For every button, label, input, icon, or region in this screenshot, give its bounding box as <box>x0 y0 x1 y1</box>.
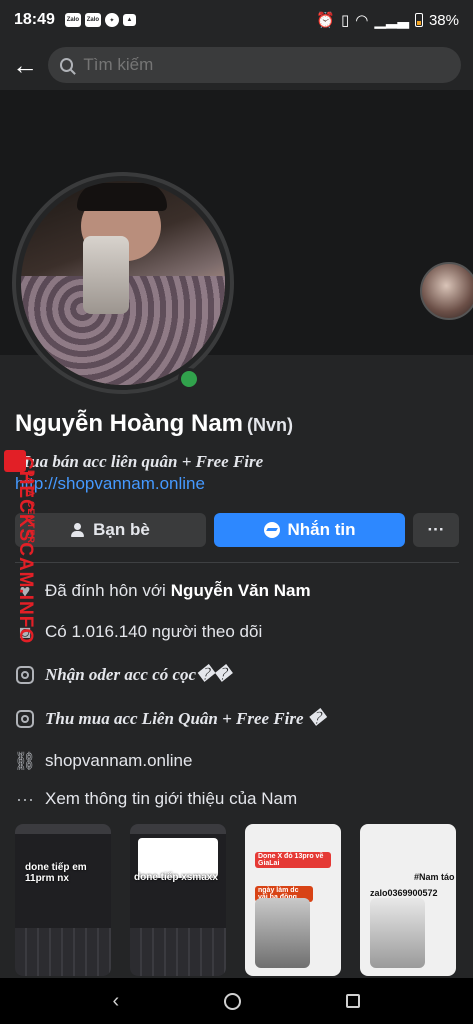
search-row: ← <box>0 44 473 86</box>
message-button[interactable]: Nhắn tin <box>214 513 405 547</box>
featured-photos: done tiếp em 11prm nx done tiếp xsmaxx D… <box>15 824 473 976</box>
more-icon: ··· <box>427 520 445 539</box>
rss-icon: ◙ <box>19 621 31 642</box>
cover-inset-photo[interactable] <box>420 262 473 320</box>
profile-bio: Mua bán acc liên quân + Free Fire <box>15 452 264 471</box>
featured-photo[interactable]: done tiếp xsmaxx <box>130 824 226 976</box>
photo-caption: Done X đỏ 13pro về GiaLai <box>255 852 331 868</box>
featured-photo[interactable]: Done X đỏ 13pro về GiaLai ngày làm dc và… <box>245 824 341 976</box>
photo-caption: done tiếp xsmaxx <box>134 872 218 883</box>
profile-bio-link[interactable]: http://shopvannam.online <box>15 474 205 494</box>
message-button-label: Nhắn tin <box>287 520 356 539</box>
zalo-icon: Zalo <box>84 13 101 27</box>
search-bar[interactable] <box>48 47 461 83</box>
instagram-text-1[interactable]: Nhận oder acc có cọc�� <box>45 665 231 685</box>
vibrate-icon: ▯ <box>341 12 350 29</box>
messenger-icon: ✦ <box>104 13 119 27</box>
status-bar: 18:49 Zalo Zalo ✦ ▲ ⏰ ▯ ◠ ▁▂▃ 38% <box>0 0 473 40</box>
info-relationship: ♥ Đã đính hôn với Nguyễn Văn Nam <box>15 581 311 601</box>
alarm-icon: ⏰ <box>316 12 335 29</box>
instagram-icon <box>16 710 34 728</box>
featured-photo[interactable]: #Nam táo zalo0369900572 <box>360 824 456 976</box>
nav-home-icon[interactable] <box>224 992 242 1010</box>
messenger-icon <box>263 522 280 538</box>
profile-actions: Bạn bè Nhắn tin ··· <box>15 513 459 547</box>
relationship-partner[interactable]: Nguyễn Văn Nam <box>171 581 311 601</box>
notification-icons: Zalo Zalo ✦ ▲ <box>64 13 136 27</box>
about-text[interactable]: Xem thông tin giới thiệu của Nam <box>45 789 297 809</box>
instagram-icon <box>16 666 34 684</box>
photo-caption: #Nam táo <box>414 872 455 882</box>
profile-avatar[interactable] <box>21 181 225 385</box>
instagram-text-2[interactable]: Thu mua acc Liên Quân + Free Fire � <box>45 709 325 729</box>
search-input[interactable] <box>83 55 449 75</box>
status-right: ⏰ ▯ ◠ ▁▂▃ 38% <box>316 11 459 30</box>
photo-caption: done tiếp em 11prm nx <box>25 862 87 884</box>
nav-recents-icon[interactable] <box>346 994 361 1008</box>
profile-name-text: Nguyễn Hoàng Nam <box>15 410 244 437</box>
battery-percent: 38% <box>428 11 459 29</box>
photo-caption-secondary: zalo0369900572 <box>370 888 438 898</box>
system-nav-bar: ‹ <box>0 978 473 1024</box>
profile-name: Nguyễn Hoàng Nam (Nvn) <box>15 410 293 438</box>
relationship-prefix: Đã đính hôn với <box>45 581 166 600</box>
friends-button-label: Bạn bè <box>93 520 150 539</box>
zalo-icon: Zalo <box>64 13 81 27</box>
divider <box>15 562 459 563</box>
back-arrow-icon[interactable]: ← <box>12 52 42 78</box>
wifi-icon: ◠ <box>355 12 369 29</box>
info-about[interactable]: ··· Xem thông tin giới thiệu của Nam <box>15 789 297 809</box>
image-icon: ▲ <box>122 14 136 26</box>
info-instagram-1: Nhận oder acc có cọc�� <box>15 665 231 685</box>
more-button[interactable]: ··· <box>413 513 459 547</box>
featured-photo[interactable]: done tiếp em 11prm nx <box>15 824 111 976</box>
info-followers: ◙ Có 1.016.140 người theo dõi <box>15 621 263 642</box>
search-icon <box>60 58 74 72</box>
battery-icon <box>414 13 423 27</box>
nav-back-icon[interactable]: ‹ <box>113 990 120 1013</box>
signal-icon: ▁▂▃ <box>374 12 409 29</box>
friends-button[interactable]: Bạn bè <box>15 513 206 547</box>
profile-nickname: (Nvn) <box>247 415 294 435</box>
online-status-dot <box>178 368 200 390</box>
website-text[interactable]: shopvannam.online <box>45 751 192 771</box>
status-time: 18:49 <box>14 11 55 28</box>
followers-text: Có 1.016.140 người theo dõi <box>45 622 263 641</box>
person-check-icon <box>71 523 85 537</box>
ellipsis-icon: ··· <box>16 788 34 809</box>
link-icon: ⛓ <box>13 750 37 771</box>
heart-icon: ♥ <box>19 580 31 601</box>
info-website: ⛓ shopvannam.online <box>13 750 193 771</box>
info-instagram-2: Thu mua acc Liên Quân + Free Fire � <box>15 709 325 729</box>
